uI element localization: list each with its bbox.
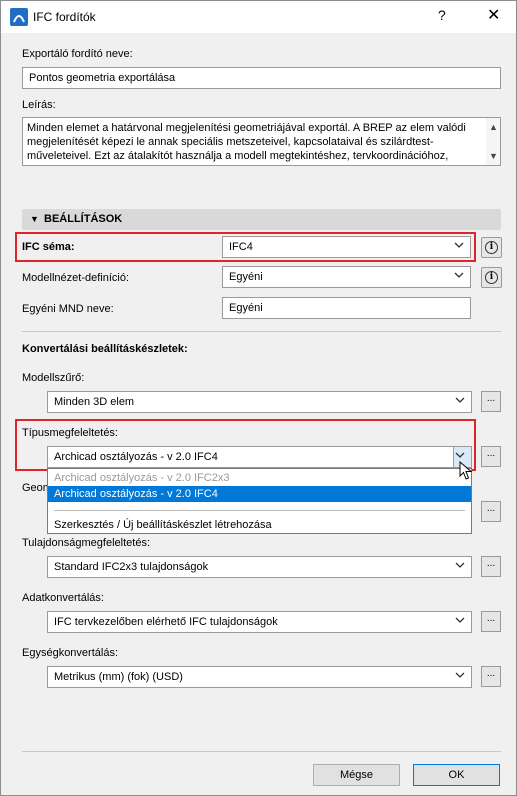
conversion-presets-heading: Konvertálási beállításkészletek:	[22, 343, 188, 355]
chevron-down-icon	[455, 672, 465, 678]
chevron-down-icon	[455, 617, 465, 623]
custom-mvd-label: Egyéni MND neve:	[22, 303, 114, 315]
property-mapping-label: Tulajdonságmegfeleltetés:	[22, 537, 151, 549]
data-conversion-label: Adatkonvertálás:	[22, 592, 104, 604]
scroll-down-icon[interactable]: ▼	[489, 149, 498, 163]
translator-name-label: Exportáló fordító neve:	[22, 48, 133, 60]
unit-conversion-select[interactable]: Metrikus (mm) (fok) (USD)	[47, 666, 472, 688]
chevron-down-icon	[455, 452, 465, 458]
model-filter-value: Minden 3D elem	[54, 396, 135, 408]
translator-name-input[interactable]: Pontos geometria exportálása	[22, 67, 501, 89]
type-mapping-label: Típusmegfeleltetés:	[22, 427, 118, 439]
chevron-down-icon	[454, 242, 464, 248]
description-scrollbar[interactable]: ▲ ▼	[486, 118, 500, 165]
ok-button[interactable]: OK	[413, 764, 500, 786]
geometry-dots-button[interactable]: ...	[481, 501, 501, 522]
chevron-down-icon	[455, 562, 465, 568]
model-view-select[interactable]: Egyéni	[222, 266, 471, 288]
ifc-schema-value: IFC4	[229, 241, 253, 253]
type-mapping-dropdown-list: Archicad osztályozás - v 2.0 IFC2x3 Arch…	[47, 468, 472, 534]
dropdown-option: Archicad osztályozás - v 2.0 IFC2x3	[54, 472, 230, 484]
ifc-schema-select[interactable]: IFC4	[222, 236, 471, 258]
collapse-triangle-icon: ▼	[30, 214, 39, 224]
scroll-up-icon[interactable]: ▲	[489, 120, 498, 134]
settings-section-title: BEÁLLÍTÁSOK	[44, 213, 123, 225]
unit-conversion-value: Metrikus (mm) (fok) (USD)	[54, 671, 183, 683]
separator	[22, 331, 501, 332]
close-icon[interactable]: ✕	[487, 5, 500, 25]
dropdown-separator	[54, 510, 465, 511]
description-label: Leírás:	[22, 99, 56, 111]
description-textarea[interactable]: Minden elemet a határvonal megjelenítési…	[22, 117, 501, 166]
property-mapping-select[interactable]: Standard IFC2x3 tulajdonságok	[47, 556, 472, 578]
settings-section-header[interactable]: ▼ BEÁLLÍTÁSOK	[22, 209, 501, 230]
type-mapping-value: Archicad osztályozás - v 2.0 IFC4	[54, 451, 218, 463]
mouse-cursor-icon	[459, 461, 473, 480]
model-filter-select[interactable]: Minden 3D elem	[47, 391, 472, 413]
window-title: IFC fordítók	[33, 10, 96, 24]
model-view-info-button[interactable]: i	[481, 267, 502, 288]
dropdown-option-selected[interactable]: Archicad osztályozás - v 2.0 IFC4	[48, 486, 471, 502]
title-bar: IFC fordítók ? ✕	[1, 1, 516, 33]
dropdown-option-edit[interactable]: Szerkesztés / Új beállításkészlet létreh…	[48, 517, 471, 533]
chevron-down-icon	[455, 397, 465, 403]
property-mapping-value: Standard IFC2x3 tulajdonságok	[54, 561, 209, 573]
cancel-button[interactable]: Mégse	[313, 764, 400, 786]
description-text: Minden elemet a határvonal megjelenítési…	[27, 122, 466, 165]
ifc-translators-dialog: IFC fordítók ? ✕ Exportáló fordító neve:…	[0, 0, 517, 796]
data-conversion-dots-button[interactable]: ...	[481, 611, 501, 632]
type-mapping-select[interactable]: Archicad osztályozás - v 2.0 IFC4	[47, 446, 472, 468]
info-icon: i	[485, 241, 498, 254]
model-view-label: Modellnézet-definíció:	[22, 272, 130, 284]
ifc-schema-info-button[interactable]: i	[481, 237, 502, 258]
model-view-value: Egyéni	[229, 271, 263, 283]
model-filter-dots-button[interactable]: ...	[481, 391, 501, 412]
unit-conversion-dots-button[interactable]: ...	[481, 666, 501, 687]
help-icon[interactable]: ?	[438, 7, 446, 23]
custom-mvd-input[interactable]: Egyéni	[222, 297, 471, 319]
model-filter-label: Modellszűrő:	[22, 372, 85, 384]
unit-conversion-label: Egységkonvertálás:	[22, 647, 118, 659]
data-conversion-select[interactable]: IFC tervkezelőben elérhető IFC tulajdons…	[47, 611, 472, 633]
archicad-logo-icon	[10, 8, 28, 26]
chevron-down-icon	[454, 272, 464, 278]
property-mapping-dots-button[interactable]: ...	[481, 556, 501, 577]
type-mapping-dots-button[interactable]: ...	[481, 446, 501, 467]
ifc-schema-label: IFC séma:	[22, 241, 75, 253]
info-icon: i	[485, 271, 498, 284]
separator	[22, 751, 501, 752]
data-conversion-value: IFC tervkezelőben elérhető IFC tulajdons…	[54, 616, 278, 628]
